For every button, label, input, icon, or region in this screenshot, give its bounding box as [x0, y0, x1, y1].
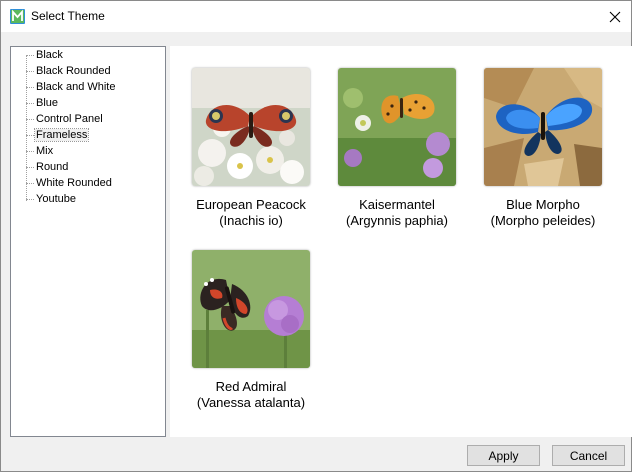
tree-branch	[26, 151, 34, 152]
tree-item-black-rounded[interactable]: Black Rounded	[11, 64, 161, 80]
tree-branch	[26, 87, 34, 88]
tree-item-label: Youtube	[36, 193, 76, 205]
tree-item-white-rounded[interactable]: White Rounded	[11, 176, 161, 192]
theme-thumb-kaisermantel[interactable]	[338, 68, 456, 186]
tree-item-label: Control Panel	[36, 113, 103, 125]
window-title: Select Theme	[31, 9, 105, 23]
tree-item-label: Black Rounded	[36, 65, 111, 77]
theme-caption-name: Kaisermantel	[359, 197, 435, 212]
tree-branch	[26, 55, 34, 56]
tree-item-mix[interactable]: Mix	[11, 144, 161, 160]
tree-item-label: Round	[36, 161, 69, 173]
cancel-button[interactable]: Cancel	[552, 445, 625, 466]
close-button[interactable]	[601, 5, 629, 29]
tree-branch	[26, 167, 34, 168]
theme-caption-name: Blue Morpho	[506, 197, 580, 212]
theme-thumb-european-peacock[interactable]	[192, 68, 310, 186]
theme-caption-name: European Peacock	[196, 197, 306, 212]
theme-caption-species: (Morpho peleides)	[490, 213, 596, 228]
tree-item-label: Black and White	[36, 81, 116, 93]
theme-caption-species: (Vanessa atalanta)	[196, 395, 306, 410]
european-peacock-butterfly-image	[192, 68, 310, 186]
tree-branch	[26, 103, 34, 104]
theme-caption-red-admiral: Red Admiral (Vanessa atalanta)	[171, 379, 331, 411]
tree-item-label: Mix	[36, 145, 54, 157]
tree-item-frameless[interactable]: Frameless	[11, 128, 161, 144]
theme-caption-species: (Argynnis paphia)	[346, 213, 448, 228]
tree-item-blue[interactable]: Blue	[11, 96, 161, 112]
blue-morpho-butterfly-image	[484, 68, 602, 186]
close-icon	[609, 11, 621, 23]
kaisermantel-butterfly-image	[338, 68, 456, 186]
theme-gallery: European Peacock (Inachis io) Kaisermant…	[170, 46, 632, 437]
theme-caption-kaisermantel: Kaisermantel (Argynnis paphia)	[317, 197, 477, 229]
tree-item-round[interactable]: Round	[11, 160, 161, 176]
theme-thumb-blue-morpho[interactable]	[484, 68, 602, 186]
tree-branch	[26, 183, 34, 184]
select-theme-dialog: Select Theme Black Black Rounded Black a…	[0, 0, 632, 472]
theme-tree[interactable]: Black Black Rounded Black and White Blue…	[10, 46, 166, 437]
title-bar: Select Theme	[1, 1, 631, 32]
red-admiral-butterfly-image	[192, 250, 310, 368]
app-logo-icon	[10, 9, 25, 24]
theme-thumb-red-admiral[interactable]	[192, 250, 310, 368]
tree-item-label: White Rounded	[36, 177, 112, 189]
tree-branch	[26, 119, 34, 120]
theme-caption-european-peacock: European Peacock (Inachis io)	[171, 197, 331, 229]
tree-item-label: Black	[36, 49, 63, 61]
tree-item-label: Frameless	[33, 128, 90, 142]
tree-branch	[26, 199, 34, 200]
tree-item-black[interactable]: Black	[11, 48, 161, 64]
theme-caption-species: (Inachis io)	[219, 213, 283, 228]
tree-branch	[26, 135, 34, 136]
tree-branch	[26, 71, 34, 72]
tree-item-black-and-white[interactable]: Black and White	[11, 80, 161, 96]
tree-item-control-panel[interactable]: Control Panel	[11, 112, 161, 128]
apply-button[interactable]: Apply	[467, 445, 540, 466]
tree-item-youtube[interactable]: Youtube	[11, 192, 161, 208]
tree-item-label: Blue	[36, 97, 59, 109]
theme-caption-name: Red Admiral	[215, 379, 287, 394]
theme-caption-blue-morpho: Blue Morpho (Morpho peleides)	[463, 197, 623, 229]
